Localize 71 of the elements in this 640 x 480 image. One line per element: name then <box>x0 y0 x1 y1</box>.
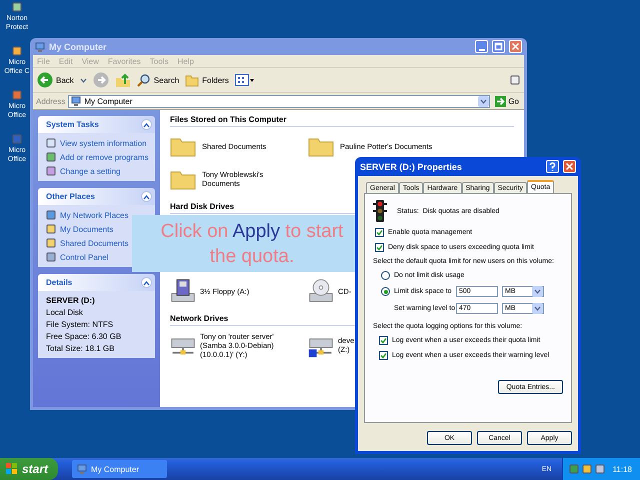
start-button[interactable]: start <box>0 458 58 480</box>
chevron-icon <box>143 280 150 286</box>
task-link[interactable]: My Documents <box>46 224 114 234</box>
help-icon <box>547 161 558 172</box>
checkbox[interactable] <box>379 351 388 360</box>
tray-icon <box>582 464 592 474</box>
address-combo-box[interactable]: My Computer <box>68 94 490 108</box>
caret-icon <box>534 306 541 311</box>
cd-drive-icon <box>308 278 334 304</box>
minimize-button[interactable] <box>475 40 488 53</box>
close-button[interactable] <box>563 160 576 173</box>
panel-title: Details <box>46 278 72 287</box>
radio-button[interactable] <box>381 271 390 280</box>
panel-title: System Tasks <box>46 120 99 129</box>
caret-icon <box>80 78 87 82</box>
task-link[interactable]: Change a setting <box>46 166 120 176</box>
computer-icon <box>77 464 87 474</box>
folder-icon <box>185 73 200 87</box>
caret-icon <box>480 98 488 104</box>
checkbox[interactable] <box>379 336 388 345</box>
computer-icon <box>35 42 45 52</box>
close-icon <box>510 41 521 52</box>
detail-text: Local Disk <box>46 308 84 317</box>
volume-icon <box>594 464 605 474</box>
computer-icon <box>71 96 82 106</box>
back-button[interactable]: Back <box>37 72 74 88</box>
caret-icon <box>534 289 541 294</box>
chevron-icon <box>143 122 150 128</box>
minimize-icon <box>478 48 484 50</box>
search-icon <box>136 73 151 87</box>
task-link[interactable]: Add or remove programs <box>46 152 148 162</box>
radio-button[interactable] <box>381 287 390 296</box>
taskbar-button[interactable]: My Computer <box>72 460 167 478</box>
help-button[interactable] <box>546 160 559 173</box>
shortcut-icon <box>12 2 22 12</box>
maximize-icon <box>493 41 504 52</box>
shortcut-icon <box>12 134 22 144</box>
maximize-button[interactable] <box>492 40 505 53</box>
address-label: Address <box>36 96 66 106</box>
checkbox[interactable] <box>375 243 384 252</box>
task-link[interactable]: Control Panel <box>46 252 108 262</box>
collapse-button[interactable] <box>141 277 152 288</box>
task-link[interactable]: View system information <box>46 138 147 148</box>
shortcut-icon <box>12 46 22 56</box>
shortcut-icon <box>12 90 22 100</box>
network-icon <box>568 464 579 474</box>
folders-button[interactable]: Folders <box>185 73 229 87</box>
views-icon[interactable] <box>234 74 255 86</box>
panel-title: Other Places <box>46 192 95 201</box>
detail-text: Free Space: 6.30 GB <box>46 332 122 341</box>
traffic-light-icon <box>373 200 387 222</box>
dialog-title: SERVER (D:) Properties <box>360 162 463 172</box>
search-button[interactable]: Search <box>136 73 180 87</box>
detail-text: SERVER (D:) <box>46 296 96 305</box>
checkbox[interactable] <box>375 228 384 237</box>
go-button[interactable]: Go <box>493 96 521 106</box>
close-icon <box>564 161 575 172</box>
detail-text: File System: NTFS <box>46 320 114 329</box>
up-folder-icon[interactable] <box>114 72 131 88</box>
chevron-icon <box>143 194 150 200</box>
floppy-drive-icon <box>170 278 196 304</box>
task-link[interactable]: My Network Places <box>46 210 128 220</box>
detail-text: Total Size: 18.1 GB <box>46 344 116 353</box>
window-title: My Computer <box>49 42 108 52</box>
collapse-button[interactable] <box>141 191 152 202</box>
address-field[interactable]: My Computer <box>84 96 476 106</box>
close-button[interactable] <box>509 40 522 53</box>
task-link[interactable]: Shared Documents <box>46 238 128 248</box>
section-header: Files Stored on This Computer <box>170 113 514 127</box>
clock: 11:18 <box>612 464 632 474</box>
collapse-button[interactable] <box>141 119 152 130</box>
